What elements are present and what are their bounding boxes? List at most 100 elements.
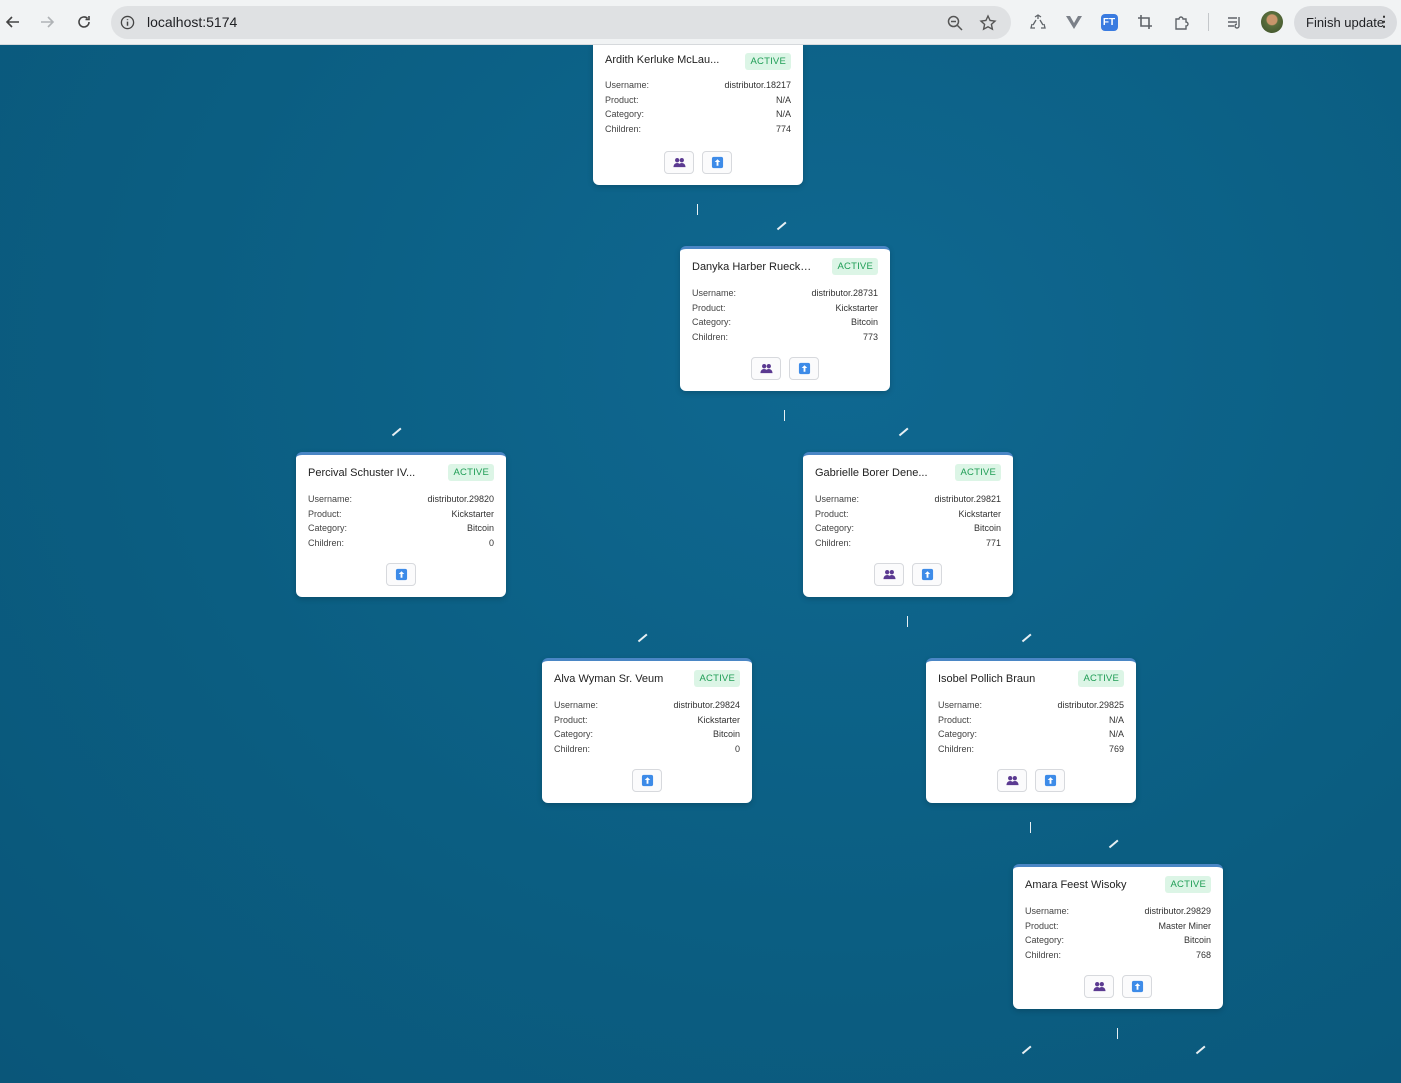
node-card[interactable]: Gabrielle Borer Dene... ACTIVE Username:… (803, 452, 1013, 597)
category-label: Category: (692, 317, 732, 327)
go-to-parent-button[interactable] (789, 357, 819, 380)
upload-arrow-icon (1044, 774, 1056, 787)
status-badge: ACTIVE (1078, 670, 1124, 687)
address-bar[interactable]: localhost:5174 (111, 6, 1011, 39)
node-card[interactable]: Alva Wyman Sr. Veum ACTIVE Username: dist… (542, 658, 752, 803)
connector-line (1030, 822, 1031, 833)
status-badge: ACTIVE (448, 464, 494, 481)
category-value: Bitcoin (466, 523, 494, 533)
node-name: Ardith Kerluke McLau... (605, 54, 720, 66)
view-children-button[interactable] (751, 357, 781, 380)
screenshot-extension-icon[interactable] (1135, 12, 1155, 32)
node-name: Amara Feest Wisoky (1025, 879, 1127, 891)
arrow-left-icon (5, 16, 19, 28)
children-label: Children: (1025, 949, 1062, 960)
node-card[interactable]: Amara Feest Wisoky ACTIVE Username: distr… (1013, 864, 1223, 1009)
arrow-right-icon (41, 16, 55, 28)
media-control-icon[interactable] (1225, 12, 1245, 32)
menu-dots-icon[interactable]: ⋮ (1377, 14, 1391, 28)
node-card[interactable]: Percival Schuster IV... ACTIVE Username:… (296, 452, 506, 597)
toolbar-divider (1208, 13, 1209, 31)
upload-arrow-icon (641, 774, 653, 787)
username-label: Username: (1025, 906, 1070, 916)
connector-line (907, 616, 908, 627)
connector-line (898, 427, 909, 436)
node-name: Danyka Harber Ruecke... (692, 261, 812, 273)
bookmark-star-icon[interactable] (979, 14, 997, 32)
users-icon (759, 364, 773, 374)
view-children-button[interactable] (664, 151, 694, 174)
connector-line (1021, 633, 1032, 642)
children-label: Children: (554, 743, 591, 754)
username-label: Username: (605, 80, 650, 90)
users-icon (672, 158, 686, 168)
recycle-extension-icon[interactable] (1028, 12, 1048, 32)
node-card[interactable]: Isobel Pollich Braun ACTIVE Username: dis… (926, 658, 1136, 803)
product-value: Kickstarter (451, 508, 494, 519)
category-value: Bitcoin (850, 317, 878, 327)
profile-avatar[interactable] (1261, 11, 1283, 33)
children-label: Children: (605, 123, 642, 134)
back-button[interactable] (0, 9, 26, 35)
username-value: distributor.29825 (1057, 700, 1124, 710)
children-value: 768 (1195, 949, 1211, 960)
view-children-button[interactable] (997, 769, 1027, 792)
url-text[interactable]: localhost:5174 (147, 14, 237, 30)
connector-line (1021, 1045, 1032, 1054)
forward-button[interactable] (34, 9, 60, 35)
node-name: Percival Schuster IV... (308, 467, 416, 479)
ft-extension-icon[interactable]: FT (1099, 12, 1119, 32)
go-to-parent-button[interactable] (386, 563, 416, 586)
extensions-puzzle-icon[interactable] (1172, 12, 1192, 32)
vue-devtools-icon[interactable] (1064, 12, 1084, 32)
go-to-parent-button[interactable] (632, 769, 662, 792)
connector-line (784, 410, 785, 421)
zoom-icon[interactable] (946, 14, 964, 32)
upload-arrow-icon (921, 568, 933, 581)
reload-button[interactable] (71, 9, 97, 35)
finish-update-label: Finish update (1306, 15, 1385, 30)
product-value: N/A (775, 94, 791, 105)
finish-update-button[interactable]: Finish update ⋮ (1294, 6, 1397, 39)
product-value: Kickstarter (958, 508, 1001, 519)
reload-icon (78, 16, 90, 28)
product-label: Product: (605, 94, 639, 105)
product-value: N/A (1108, 714, 1124, 725)
category-value: N/A (775, 109, 791, 119)
category-value: Bitcoin (712, 729, 740, 739)
username-value: distributor.18217 (724, 80, 791, 90)
node-card[interactable]: Ardith Kerluke McLau... ACTIVE Username:… (593, 45, 803, 185)
username-label: Username: (815, 494, 860, 504)
category-label: Category: (938, 729, 978, 739)
children-label: Children: (815, 537, 852, 548)
children-value: 771 (985, 537, 1001, 548)
view-children-button[interactable] (874, 563, 904, 586)
connector-line (697, 204, 698, 215)
users-icon (1092, 982, 1106, 992)
tree-canvas[interactable]: Ardith Kerluke McLau... ACTIVE Username:… (0, 45, 1401, 1083)
view-children-button[interactable] (1084, 975, 1114, 998)
product-value: Kickstarter (835, 302, 878, 313)
children-value: 0 (488, 537, 494, 548)
go-to-parent-button[interactable] (912, 563, 942, 586)
users-icon (1005, 776, 1019, 786)
category-value: Bitcoin (973, 523, 1001, 533)
upload-arrow-icon (798, 362, 810, 375)
site-info-icon[interactable] (120, 15, 135, 30)
go-to-parent-button[interactable] (702, 151, 732, 174)
upload-arrow-icon (1131, 980, 1143, 993)
category-label: Category: (554, 729, 594, 739)
product-label: Product: (308, 508, 342, 519)
go-to-parent-button[interactable] (1122, 975, 1152, 998)
node-name: Alva Wyman Sr. Veum (554, 673, 664, 685)
product-value: Master Miner (1158, 920, 1211, 931)
status-badge: ACTIVE (1165, 876, 1211, 893)
product-label: Product: (938, 714, 972, 725)
go-to-parent-button[interactable] (1035, 769, 1065, 792)
node-name: Isobel Pollich Braun (938, 673, 1036, 685)
username-value: distributor.29824 (673, 700, 740, 710)
username-label: Username: (554, 700, 599, 710)
product-label: Product: (815, 508, 849, 519)
node-card[interactable]: Danyka Harber Ruecke... ACTIVE Username:… (680, 246, 890, 391)
browser-toolbar: localhost:5174 FT Finish update ⋮ (0, 0, 1401, 45)
